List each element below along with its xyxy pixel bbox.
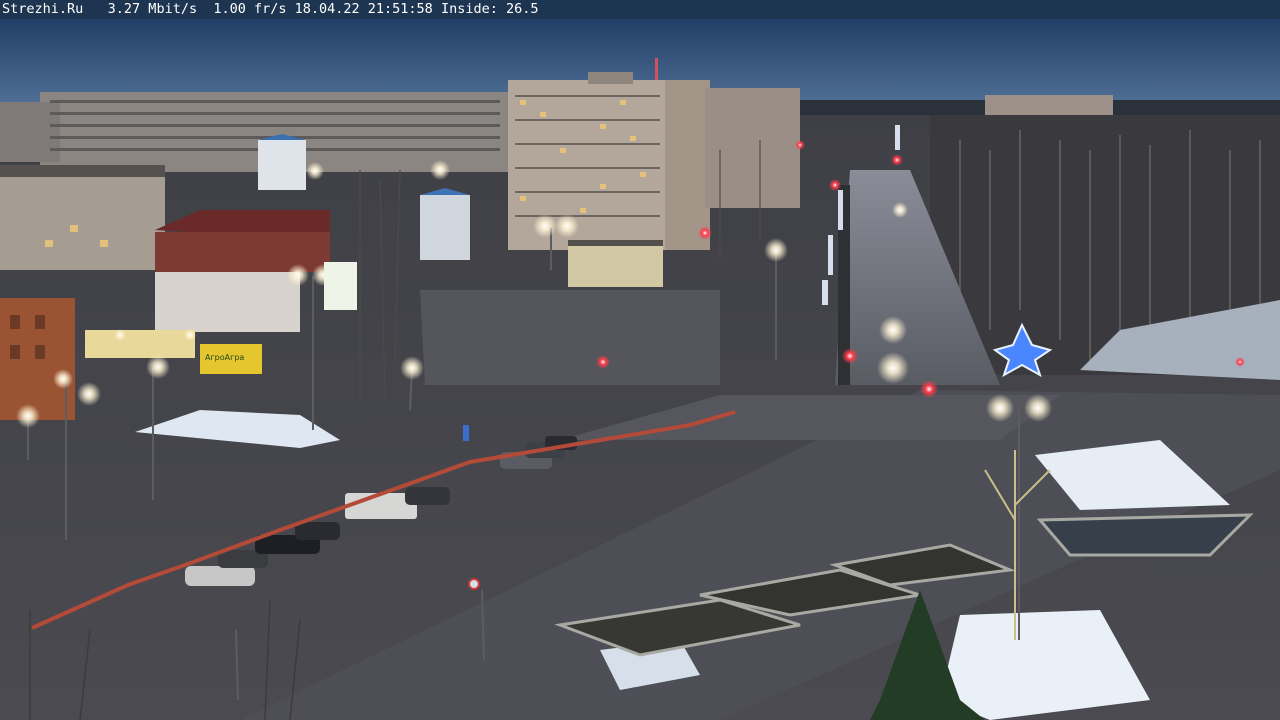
- info-sign: [463, 425, 469, 441]
- overlay-site: Strezhi.Ru: [2, 1, 84, 17]
- camera-status-overlay: Strezhi.Ru 3.27 Mbit/s 1.00 fr/s 18.04.2…: [0, 0, 1280, 19]
- billboard: [324, 262, 357, 310]
- shop-sign-text: АгроАгра: [205, 353, 244, 362]
- overlay-datetime: 18.04.22 21:51:58: [294, 1, 433, 17]
- traffic-sign: [468, 578, 480, 590]
- pavilion: [568, 245, 663, 287]
- plaza: [420, 290, 720, 385]
- small-blue-building: [420, 188, 470, 260]
- left-mid-building: [0, 165, 165, 270]
- street-scene: АгроАгра: [0, 19, 1280, 720]
- brick-building-left: [0, 298, 75, 420]
- overlay-inside-temp: Inside: 26.5: [440, 1, 539, 17]
- overlay-framerate: 1.00 fr/s: [213, 1, 287, 17]
- overlay-bitrate: 3.27 Mbit/s: [107, 1, 198, 17]
- webcam-frame: Strezhi.Ru 3.27 Mbit/s 1.00 fr/s 18.04.2…: [0, 0, 1280, 720]
- apartment-block-left: [0, 92, 510, 172]
